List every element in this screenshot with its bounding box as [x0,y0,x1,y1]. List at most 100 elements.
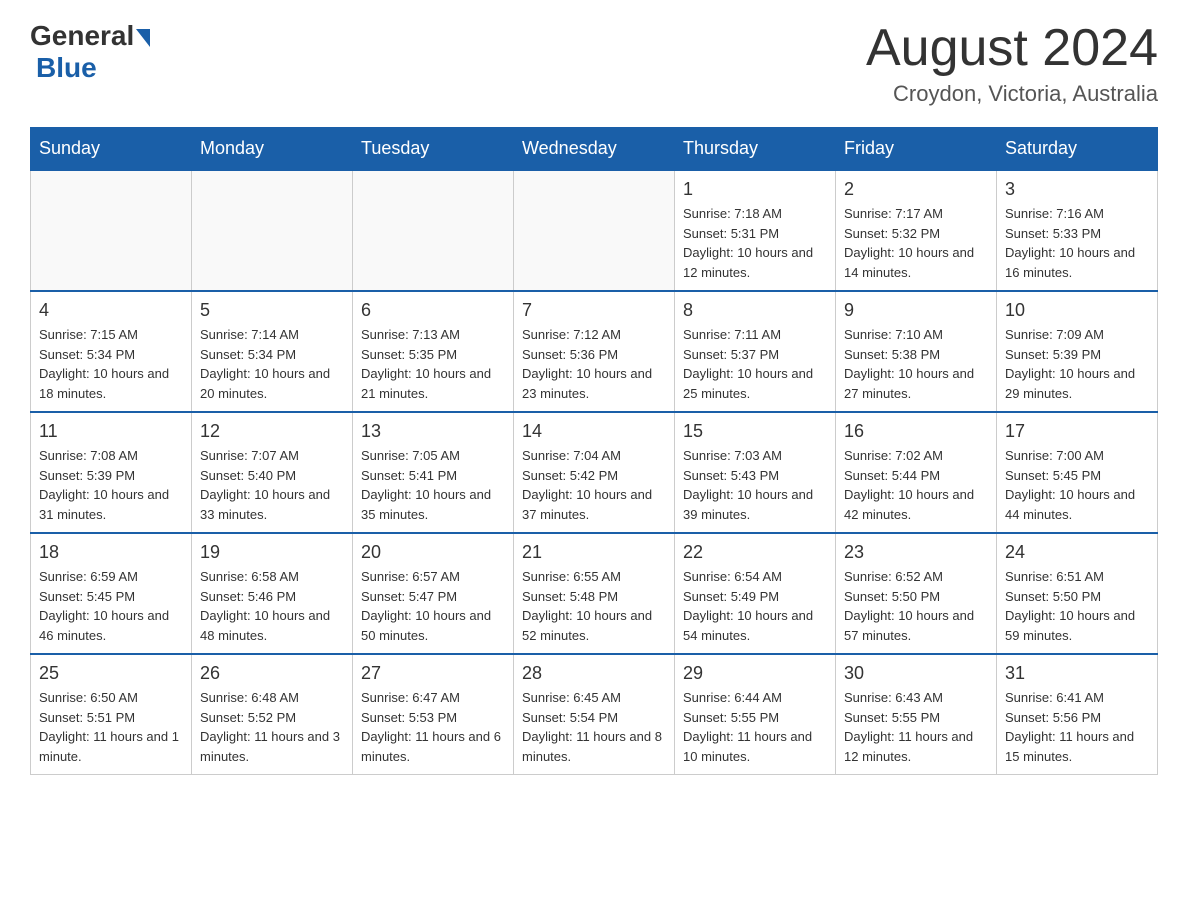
day-number: 23 [844,542,988,563]
calendar-day-cell: 28 Sunrise: 6:45 AMSunset: 5:54 PMDayligh… [514,654,675,775]
day-info: Sunrise: 7:12 AMSunset: 5:36 PMDaylight:… [522,325,666,403]
day-info: Sunrise: 6:57 AMSunset: 5:47 PMDaylight:… [361,567,505,645]
calendar-header-row: SundayMondayTuesdayWednesdayThursdayFrid… [31,128,1158,171]
day-info: Sunrise: 6:45 AMSunset: 5:54 PMDaylight:… [522,688,666,766]
day-number: 27 [361,663,505,684]
location-label: Croydon, Victoria, Australia [866,81,1158,107]
day-number: 11 [39,421,183,442]
day-info: Sunrise: 7:03 AMSunset: 5:43 PMDaylight:… [683,446,827,524]
calendar-day-cell: 21 Sunrise: 6:55 AMSunset: 5:48 PMDayligh… [514,533,675,654]
day-info: Sunrise: 6:52 AMSunset: 5:50 PMDaylight:… [844,567,988,645]
day-info: Sunrise: 6:51 AMSunset: 5:50 PMDaylight:… [1005,567,1149,645]
calendar-day-cell [192,170,353,291]
day-number: 1 [683,179,827,200]
calendar-header-thursday: Thursday [675,128,836,171]
day-info: Sunrise: 7:13 AMSunset: 5:35 PMDaylight:… [361,325,505,403]
day-info: Sunrise: 6:59 AMSunset: 5:45 PMDaylight:… [39,567,183,645]
calendar-day-cell [31,170,192,291]
calendar-day-cell: 20 Sunrise: 6:57 AMSunset: 5:47 PMDayligh… [353,533,514,654]
calendar-day-cell: 2 Sunrise: 7:17 AMSunset: 5:32 PMDaylight… [836,170,997,291]
day-info: Sunrise: 7:02 AMSunset: 5:44 PMDaylight:… [844,446,988,524]
day-number: 20 [361,542,505,563]
calendar-day-cell: 27 Sunrise: 6:47 AMSunset: 5:53 PMDayligh… [353,654,514,775]
day-info: Sunrise: 6:54 AMSunset: 5:49 PMDaylight:… [683,567,827,645]
calendar-week-row: 25 Sunrise: 6:50 AMSunset: 5:51 PMDayligh… [31,654,1158,775]
day-number: 3 [1005,179,1149,200]
calendar-day-cell: 3Sunrise: 7:16 AMSunset: 5:33 PMDaylight… [997,170,1158,291]
day-info: Sunrise: 7:00 AMSunset: 5:45 PMDaylight:… [1005,446,1149,524]
day-info: Sunrise: 6:48 AMSunset: 5:52 PMDaylight:… [200,688,344,766]
calendar-day-cell: 14 Sunrise: 7:04 AMSunset: 5:42 PMDayligh… [514,412,675,533]
day-info: Sunrise: 7:04 AMSunset: 5:42 PMDaylight:… [522,446,666,524]
calendar-header-friday: Friday [836,128,997,171]
day-info: Sunrise: 6:50 AMSunset: 5:51 PMDaylight:… [39,688,183,766]
logo: General Blue [30,20,150,84]
calendar-day-cell: 12 Sunrise: 7:07 AMSunset: 5:40 PMDayligh… [192,412,353,533]
logo-general-text: General [30,20,134,52]
calendar-day-cell: 5Sunrise: 7:14 AMSunset: 5:34 PMDaylight… [192,291,353,412]
calendar-day-cell: 15Sunrise: 7:03 AMSunset: 5:43 PMDayligh… [675,412,836,533]
day-number: 2 [844,179,988,200]
day-number: 31 [1005,663,1149,684]
day-number: 17 [1005,421,1149,442]
calendar-header-saturday: Saturday [997,128,1158,171]
calendar-day-cell: 10Sunrise: 7:09 AMSunset: 5:39 PMDayligh… [997,291,1158,412]
day-number: 9 [844,300,988,321]
calendar-day-cell: 29 Sunrise: 6:44 AMSunset: 5:55 PMDayligh… [675,654,836,775]
calendar-day-cell: 24 Sunrise: 6:51 AMSunset: 5:50 PMDayligh… [997,533,1158,654]
day-info: Sunrise: 6:58 AMSunset: 5:46 PMDaylight:… [200,567,344,645]
day-info: Sunrise: 7:17 AMSunset: 5:32 PMDaylight:… [844,204,988,282]
day-number: 22 [683,542,827,563]
calendar-day-cell: 30Sunrise: 6:43 AMSunset: 5:55 PMDayligh… [836,654,997,775]
logo-arrow-icon [136,29,150,47]
day-number: 21 [522,542,666,563]
day-number: 30 [844,663,988,684]
day-info: Sunrise: 7:08 AMSunset: 5:39 PMDaylight:… [39,446,183,524]
day-number: 4 [39,300,183,321]
day-info: Sunrise: 6:55 AMSunset: 5:48 PMDaylight:… [522,567,666,645]
calendar-day-cell: 4 Sunrise: 7:15 AMSunset: 5:34 PMDaylight… [31,291,192,412]
calendar-day-cell: 23 Sunrise: 6:52 AMSunset: 5:50 PMDayligh… [836,533,997,654]
day-info: Sunrise: 7:07 AMSunset: 5:40 PMDaylight:… [200,446,344,524]
calendar-day-cell [514,170,675,291]
day-number: 19 [200,542,344,563]
day-info: Sunrise: 7:10 AMSunset: 5:38 PMDaylight:… [844,325,988,403]
day-number: 24 [1005,542,1149,563]
day-number: 6 [361,300,505,321]
calendar-day-cell: 7 Sunrise: 7:12 AMSunset: 5:36 PMDaylight… [514,291,675,412]
calendar-day-cell: 22 Sunrise: 6:54 AMSunset: 5:49 PMDayligh… [675,533,836,654]
day-number: 29 [683,663,827,684]
day-info: Sunrise: 7:18 AMSunset: 5:31 PMDaylight:… [683,204,827,282]
day-number: 18 [39,542,183,563]
day-number: 8 [683,300,827,321]
calendar-header-wednesday: Wednesday [514,128,675,171]
logo-blue-text: Blue [36,52,97,84]
calendar-day-cell: 18 Sunrise: 6:59 AMSunset: 5:45 PMDayligh… [31,533,192,654]
day-info: Sunrise: 7:11 AMSunset: 5:37 PMDaylight:… [683,325,827,403]
calendar-day-cell: 16Sunrise: 7:02 AMSunset: 5:44 PMDayligh… [836,412,997,533]
day-number: 5 [200,300,344,321]
day-info: Sunrise: 6:44 AMSunset: 5:55 PMDaylight:… [683,688,827,766]
calendar-day-cell: 1 Sunrise: 7:18 AMSunset: 5:31 PMDaylight… [675,170,836,291]
day-info: Sunrise: 7:05 AMSunset: 5:41 PMDaylight:… [361,446,505,524]
title-section: August 2024 Croydon, Victoria, Australia [866,20,1158,107]
day-number: 26 [200,663,344,684]
day-number: 7 [522,300,666,321]
day-number: 25 [39,663,183,684]
day-number: 14 [522,421,666,442]
day-number: 28 [522,663,666,684]
month-title: August 2024 [866,20,1158,77]
calendar-week-row: 18 Sunrise: 6:59 AMSunset: 5:45 PMDayligh… [31,533,1158,654]
day-number: 13 [361,421,505,442]
calendar-day-cell: 25 Sunrise: 6:50 AMSunset: 5:51 PMDayligh… [31,654,192,775]
calendar-table: SundayMondayTuesdayWednesdayThursdayFrid… [30,127,1158,775]
calendar-day-cell: 26 Sunrise: 6:48 AMSunset: 5:52 PMDayligh… [192,654,353,775]
day-info: Sunrise: 7:09 AMSunset: 5:39 PMDaylight:… [1005,325,1149,403]
calendar-day-cell: 13 Sunrise: 7:05 AMSunset: 5:41 PMDayligh… [353,412,514,533]
day-number: 12 [200,421,344,442]
day-info: Sunrise: 6:41 AMSunset: 5:56 PMDaylight:… [1005,688,1149,766]
calendar-day-cell: 17 Sunrise: 7:00 AMSunset: 5:45 PMDayligh… [997,412,1158,533]
calendar-header-tuesday: Tuesday [353,128,514,171]
day-info: Sunrise: 6:47 AMSunset: 5:53 PMDaylight:… [361,688,505,766]
day-info: Sunrise: 7:15 AMSunset: 5:34 PMDaylight:… [39,325,183,403]
